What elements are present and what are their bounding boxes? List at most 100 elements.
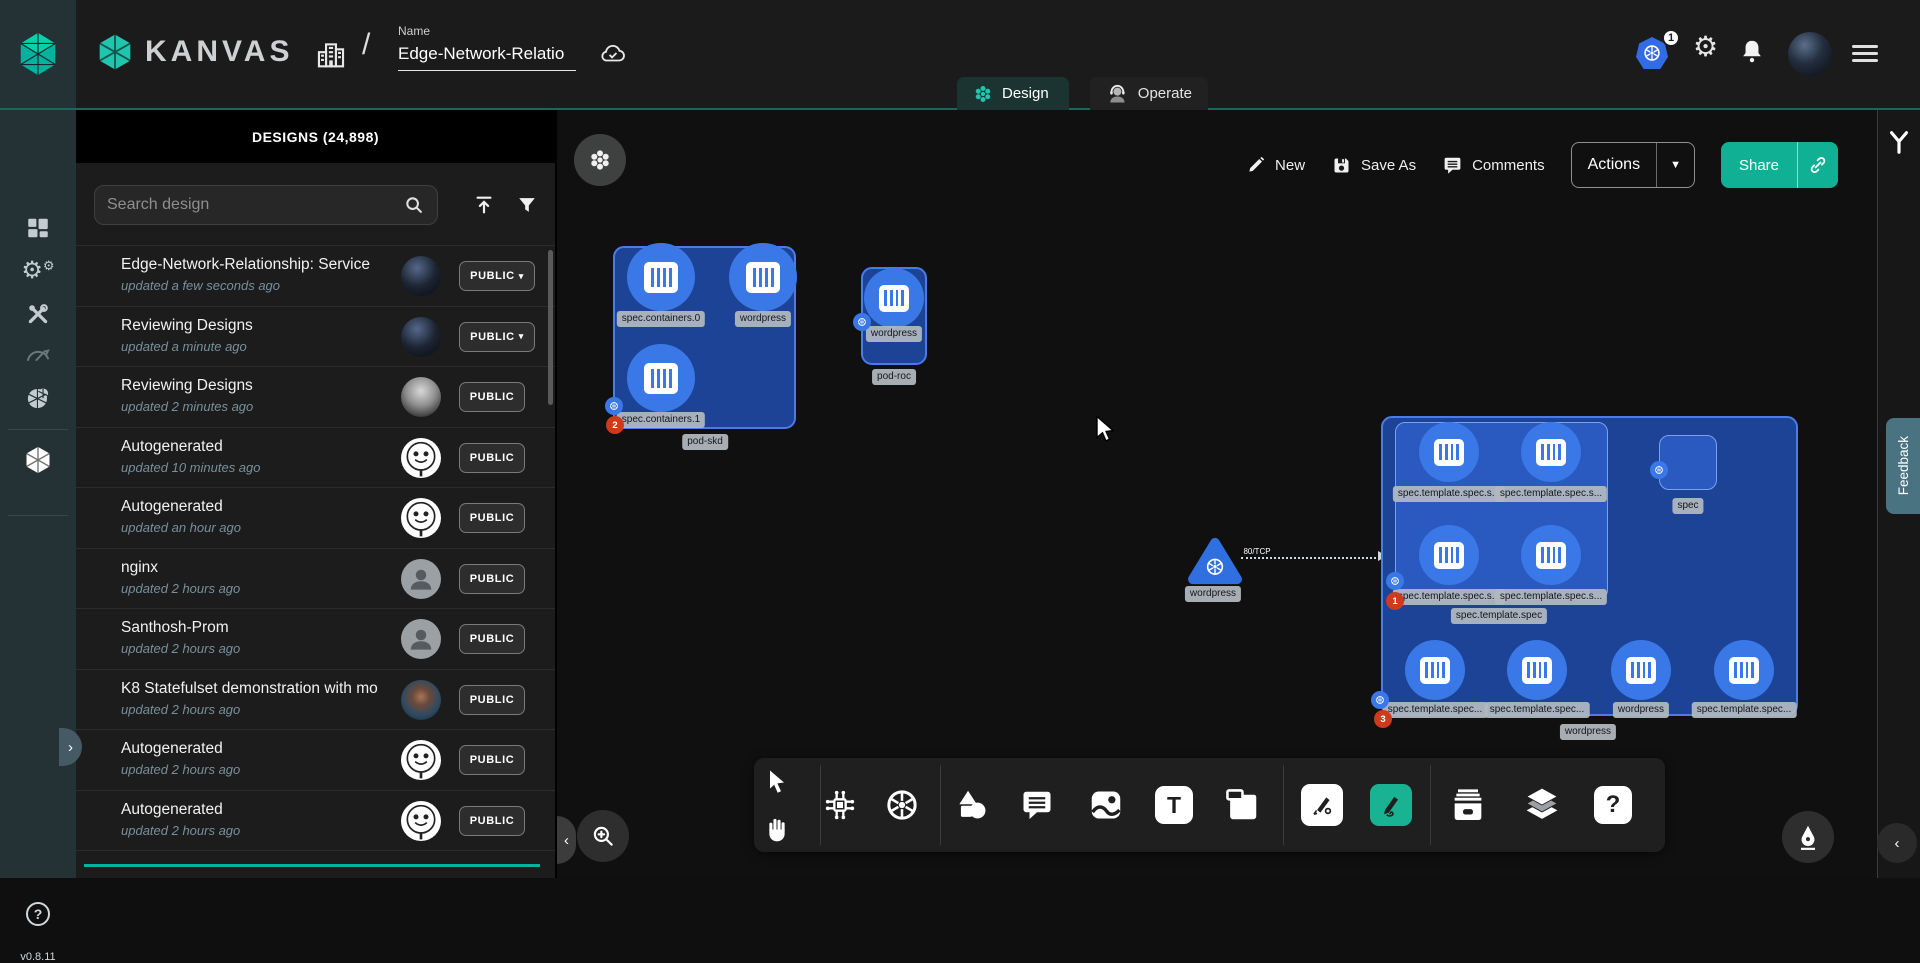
list-item[interactable]: nginx updated 2 hours ago PUBLIC xyxy=(76,548,555,609)
visibility-badge[interactable]: PUBLIC xyxy=(459,806,525,836)
kubernetes-tool-icon[interactable] xyxy=(883,786,921,824)
node-container[interactable] xyxy=(729,243,797,311)
copy-link-icon[interactable] xyxy=(1798,142,1838,188)
pod-status-badge[interactable] xyxy=(1650,461,1668,479)
pen-tool-icon[interactable] xyxy=(1301,784,1343,826)
chevron-down-icon: ▾ xyxy=(519,271,524,282)
node-container[interactable] xyxy=(1419,525,1479,585)
list-item[interactable]: Autogenerated updated 10 minutes ago PUB… xyxy=(76,427,555,488)
feedback-button[interactable]: Feedback xyxy=(1886,418,1920,514)
search-input[interactable] xyxy=(107,196,395,214)
pod-status-badge[interactable] xyxy=(605,397,623,415)
node-container[interactable] xyxy=(1405,640,1465,700)
design-canvas[interactable]: New Save As Comments Actions ▼ Share xyxy=(557,110,1877,878)
error-count-badge[interactable]: 2 xyxy=(606,416,624,434)
components-tool-icon[interactable] xyxy=(820,785,860,825)
pan-tool-icon[interactable] xyxy=(765,814,790,843)
list-item[interactable]: Santhosh-Prom updated 2 hours ago PUBLIC xyxy=(76,608,555,669)
visibility-badge[interactable]: PUBLIC xyxy=(459,745,525,775)
node-label: spec.template.spec.s... xyxy=(1393,589,1505,605)
list-item[interactable]: Autogenerated updated 2 hours ago PUBLIC xyxy=(76,790,555,851)
node-container[interactable] xyxy=(1521,525,1581,585)
image-tool-icon[interactable] xyxy=(1087,786,1125,824)
pod-status-badge[interactable] xyxy=(853,313,871,331)
layers-icon[interactable] xyxy=(1522,785,1562,825)
list-item[interactable]: Autogenerated updated an hour ago PUBLIC xyxy=(76,487,555,548)
zoom-button[interactable] xyxy=(577,810,629,862)
service-edge[interactable] xyxy=(1241,557,1380,559)
rail-collapse-chevron[interactable]: ‹ xyxy=(1877,823,1917,863)
visibility-badge[interactable]: PUBLIC xyxy=(459,564,525,594)
list-scrollbar[interactable] xyxy=(548,250,553,405)
kanvas-logo[interactable]: KANVAS xyxy=(95,32,293,72)
node-container[interactable] xyxy=(627,243,695,311)
list-item[interactable]: Reviewing Designs updated 2 minutes ago … xyxy=(76,366,555,427)
annotation-pen-button[interactable] xyxy=(1782,811,1834,863)
visibility-badge[interactable]: PUBLIC xyxy=(459,382,525,412)
node-container[interactable] xyxy=(1507,640,1567,700)
actions-split-button[interactable]: Actions ▼ xyxy=(1571,142,1695,188)
node-service-wordpress[interactable] xyxy=(1186,535,1244,587)
chevron-down-icon[interactable]: ▼ xyxy=(1657,143,1694,187)
notifications-bell-icon[interactable] xyxy=(1739,38,1765,66)
text-tool-icon[interactable]: T xyxy=(1155,786,1193,824)
pod-status-badge[interactable] xyxy=(1386,572,1404,590)
visibility-badge[interactable]: PUBLIC xyxy=(459,624,525,654)
node-container[interactable] xyxy=(1521,422,1581,482)
save-as-button[interactable]: Save As xyxy=(1331,155,1416,176)
list-item[interactable]: K8 Statefulset demonstration with mo upd… xyxy=(76,669,555,730)
comment-tool-icon[interactable] xyxy=(1019,787,1055,823)
shapes-tool-icon[interactable] xyxy=(953,786,991,824)
list-item[interactable]: Reviewing Designs updated a minute ago P… xyxy=(76,306,555,367)
note-tool-icon[interactable] xyxy=(1223,786,1261,824)
comments-button[interactable]: Comments xyxy=(1442,155,1545,176)
visibility-badge[interactable]: PUBLIC▾ xyxy=(459,261,535,291)
tab-operate[interactable]: Operate xyxy=(1090,77,1208,110)
share-split-button[interactable]: Share xyxy=(1721,142,1838,188)
new-button[interactable]: New xyxy=(1246,155,1305,175)
tab-design[interactable]: Design xyxy=(957,77,1069,110)
list-item[interactable]: Autogenerated updated 2 hours ago PUBLIC xyxy=(76,729,555,790)
visibility-badge[interactable]: PUBLIC▾ xyxy=(459,322,535,352)
sidebar-item-lifecycle[interactable]: ⚙⚙ xyxy=(21,259,54,283)
error-count-badge[interactable]: 3 xyxy=(1374,710,1392,728)
node-container[interactable] xyxy=(1611,640,1671,700)
sidebar-item-performance[interactable] xyxy=(24,342,52,364)
sidebar-item-configuration[interactable] xyxy=(25,301,51,327)
cloud-sync-icon[interactable] xyxy=(598,40,628,66)
node-container[interactable] xyxy=(627,344,695,412)
error-count-badge[interactable]: 1 xyxy=(1386,592,1404,610)
sidebar-item-dashboard[interactable] xyxy=(25,215,51,241)
visibility-badge[interactable]: PUBLIC xyxy=(459,685,525,715)
node-container[interactable] xyxy=(1714,640,1774,700)
sidebar-item-extensions[interactable] xyxy=(25,385,52,412)
import-design-icon[interactable] xyxy=(473,194,495,216)
design-author-avatar xyxy=(401,740,441,780)
hamburger-menu-icon[interactable] xyxy=(1852,45,1878,66)
pod-status-badge[interactable] xyxy=(1371,691,1389,709)
kubernetes-context-button[interactable]: 1 xyxy=(1636,37,1670,71)
panel-collapse-chevron[interactable]: ‹ xyxy=(557,816,576,864)
visibility-badge[interactable]: PUBLIC xyxy=(459,503,525,533)
sidebar-item-kanvas[interactable] xyxy=(23,445,53,475)
node-spec[interactable] xyxy=(1659,435,1717,490)
visibility-badge[interactable]: PUBLIC xyxy=(459,443,525,473)
node-container[interactable] xyxy=(1419,422,1479,482)
help-tool-icon[interactable]: ? xyxy=(1594,786,1632,824)
component-drawer-icon[interactable] xyxy=(1448,785,1488,825)
node-container[interactable] xyxy=(864,268,924,328)
organization-icon[interactable] xyxy=(314,38,348,72)
select-tool-icon[interactable] xyxy=(765,769,790,796)
canvas-menu-button[interactable] xyxy=(574,134,626,186)
list-item[interactable]: Edge-Network-Relationship: Service updat… xyxy=(76,245,555,306)
freehand-draw-tool-icon[interactable] xyxy=(1370,784,1412,826)
search-icon[interactable] xyxy=(403,194,425,216)
help-button[interactable]: ? xyxy=(26,902,50,926)
meshery-logo[interactable] xyxy=(0,0,76,108)
group-label: pod-skd xyxy=(682,434,728,450)
user-avatar[interactable] xyxy=(1788,32,1832,76)
design-name-input[interactable] xyxy=(398,42,576,71)
dock-toggle-icon[interactable] xyxy=(1886,128,1912,156)
filter-icon[interactable] xyxy=(516,194,538,216)
settings-gear-icon[interactable]: ⚙ xyxy=(1693,33,1718,61)
